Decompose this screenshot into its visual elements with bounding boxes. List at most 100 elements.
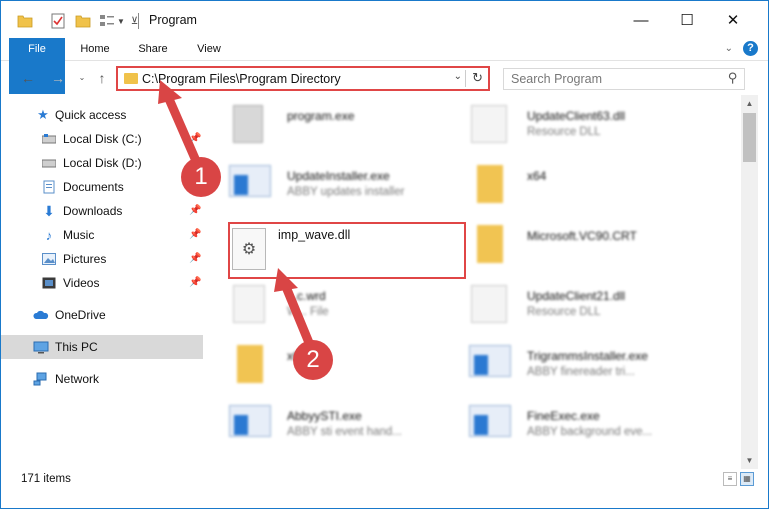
sidebar-item-videos[interactable]: Videos 📌 — [1, 271, 203, 295]
file-description: ABBY updates installer — [287, 186, 405, 198]
file-name: ...c.wrd — [287, 289, 326, 303]
tab-share[interactable]: Share — [131, 38, 175, 61]
list-item[interactable]: AbbyySTI.exe ABBY sti event hand... — [211, 399, 451, 455]
scroll-thumb[interactable] — [743, 113, 756, 162]
scroll-up-icon[interactable]: ▲ — [741, 95, 758, 112]
file-name: x64 — [527, 169, 547, 183]
sidebar-item-local-disk-d[interactable]: Local Disk (D:) 📌 — [1, 151, 203, 175]
sidebar-item-network[interactable]: Network — [1, 367, 203, 391]
list-item[interactable]: x64 — [451, 159, 691, 215]
sidebar-item-documents[interactable]: Documents 📌 — [1, 175, 203, 199]
music-icon: ♪ — [45, 227, 53, 243]
file-name: AbbyySTI.exe — [287, 409, 362, 423]
list-item[interactable]: UpdateClient21.dll Resource DLL — [451, 279, 691, 335]
file-name: program.exe — [287, 109, 355, 123]
network-icon — [33, 371, 49, 387]
application-icon — [233, 105, 263, 143]
sidebar-item-label: OneDrive — [55, 308, 106, 322]
dll-gear-icon: ⚙ — [232, 228, 266, 270]
sidebar-item-this-pc[interactable]: This PC — [1, 335, 203, 359]
ribbon-tabs: File Home Share View ⌄ ? — [1, 38, 768, 94]
refresh-icon[interactable]: ↻ — [472, 70, 483, 86]
list-item[interactable]: UpdateInstaller.exe ABBY updates install… — [211, 159, 451, 215]
sidebar-item-local-disk-c[interactable]: Local Disk (C:) 📌 — [1, 127, 203, 151]
help-icon[interactable]: ? — [743, 41, 758, 56]
forward-arrow-icon[interactable]: → — [49, 68, 67, 88]
pin-icon[interactable]: 📌 — [189, 253, 201, 264]
pin-icon[interactable]: 📌 — [189, 277, 201, 288]
vertical-scrollbar[interactable]: ▲ ▼ — [741, 95, 758, 469]
list-item[interactable]: Microsoft.VC90.CRT — [451, 219, 691, 275]
chevron-down-icon[interactable]: ▼ — [117, 17, 125, 26]
quick-access-toolbar: ▼ ⊻ — [17, 11, 138, 31]
list-item[interactable]: program.exe — [211, 99, 451, 155]
list-item[interactable]: FineExec.exe ABBY background eve... — [451, 399, 691, 455]
sidebar-item-label: Network — [55, 372, 100, 386]
expand-ribbon-icon[interactable]: ⌄ — [725, 43, 733, 54]
navigation-bar: ← → ⌄ ↑ C:\Program Files\Program Directo… — [1, 62, 768, 94]
sidebar-item-music[interactable]: ♪ Music 📌 — [1, 223, 203, 247]
sidebar-item-label: This PC — [55, 340, 98, 354]
title-bar: ▼ ⊻ Program — ☐ ✕ — [1, 1, 768, 39]
list-item[interactable]: TrigrammsInstaller.exe ABBY finereader t… — [451, 339, 691, 395]
status-bar: 171 items ≡ ▦ — [1, 469, 768, 491]
file-name: UpdateClient63.dll — [527, 109, 626, 123]
file-name: UpdateInstaller.exe — [287, 169, 390, 183]
minimize-button[interactable]: — — [618, 1, 664, 39]
sidebar-item-quick-access[interactable]: ★ Quick access — [1, 103, 203, 127]
folder-icon — [124, 73, 138, 84]
tab-home[interactable]: Home — [73, 38, 117, 61]
view-details-icon[interactable] — [99, 14, 115, 28]
search-input[interactable]: Search Program ⚲ — [503, 68, 745, 90]
maximize-button[interactable]: ☐ — [664, 1, 710, 39]
recent-locations-icon[interactable]: ⌄ — [73, 68, 91, 88]
sidebar-item-downloads[interactable]: ⬇ Downloads 📌 — [1, 199, 203, 223]
details-view-icon[interactable]: ≡ — [723, 472, 737, 486]
application-icon — [469, 405, 511, 437]
up-arrow-icon[interactable]: ↑ — [93, 68, 111, 88]
list-item[interactable]: ...c.wrd W... File — [211, 279, 451, 335]
properties-icon[interactable] — [51, 13, 65, 29]
pin-icon[interactable]: 📌 — [189, 205, 201, 216]
folder-icon — [237, 345, 263, 383]
application-icon — [229, 165, 271, 197]
sidebar-item-label: Downloads — [63, 204, 123, 218]
sidebar-item-pictures[interactable]: Pictures 📌 — [1, 247, 203, 271]
pin-icon[interactable]: 📌 — [189, 133, 201, 144]
sidebar-item-onedrive[interactable]: OneDrive — [1, 303, 203, 327]
chevron-down-icon[interactable]: ⌄ — [454, 71, 462, 82]
tiles-view-icon[interactable]: ▦ — [740, 472, 754, 486]
new-folder-icon[interactable] — [75, 14, 91, 28]
computer-icon — [33, 339, 49, 355]
address-bar[interactable]: C:\Program Files\Program Directory ⌄ ↻ — [116, 66, 490, 91]
pin-icon[interactable]: 📌 — [189, 229, 201, 240]
file-name-highlighted[interactable]: imp_wave.dll — [278, 228, 350, 242]
cloud-icon — [33, 307, 49, 323]
sidebar-item-label: Local Disk (C:) — [63, 132, 142, 146]
pictures-icon — [41, 251, 57, 267]
sidebar-item-label: Quick access — [55, 108, 127, 122]
file-description: Resource DLL — [527, 126, 601, 138]
file-description: ABBY sti event hand... — [287, 426, 402, 438]
scroll-down-icon[interactable]: ▼ — [741, 452, 758, 469]
item-count: 171 items — [21, 473, 71, 485]
file-name: TrigrammsInstaller.exe — [527, 349, 648, 363]
dll-icon — [471, 105, 507, 143]
folder-icon[interactable] — [17, 14, 33, 28]
list-item[interactable]: UpdateClient63.dll Resource DLL — [451, 99, 691, 155]
drive-icon — [41, 131, 57, 147]
file-description: ABBY background eve... — [527, 426, 653, 438]
title-separator — [138, 13, 139, 29]
sidebar-item-label: Music — [63, 228, 95, 242]
file-name: Microsoft.VC90.CRT — [527, 229, 637, 243]
step-2-callout: 2 — [293, 340, 333, 380]
folder-icon — [477, 165, 503, 203]
close-button[interactable]: ✕ — [710, 1, 756, 39]
step-1-callout: 1 — [181, 157, 221, 197]
tab-view[interactable]: View — [187, 38, 231, 61]
back-arrow-icon[interactable]: ← — [19, 68, 37, 88]
address-path[interactable]: C:\Program Files\Program Directory — [142, 72, 341, 86]
search-icon[interactable]: ⚲ — [728, 70, 738, 86]
drive-icon — [41, 155, 57, 171]
downloads-icon: ⬇ — [43, 202, 55, 219]
